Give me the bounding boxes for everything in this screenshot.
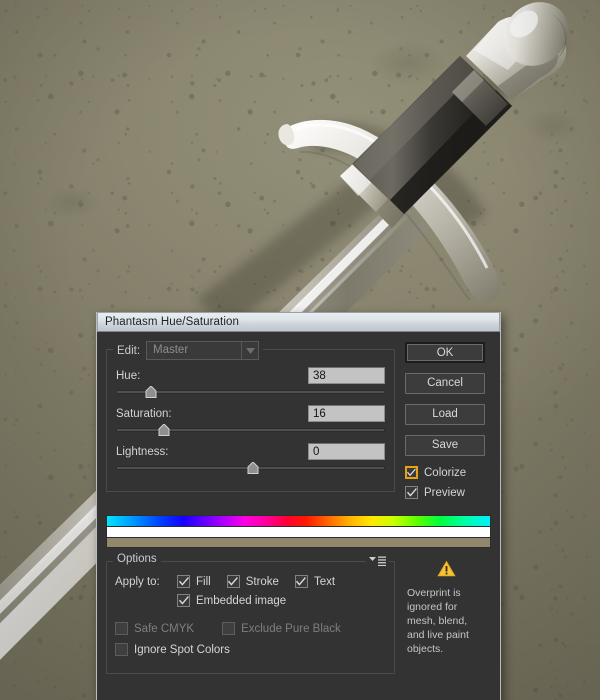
options-legend: Options [113, 553, 161, 565]
dialog-body: Edit: Master Hue: 38 Saturation: 16 Ligh… [97, 332, 500, 700]
warning-column: Overprint is ignored for mesh, blend, an… [395, 548, 487, 674]
preview-checkbox[interactable] [405, 486, 418, 499]
dialog-title: Phantasm Hue/Saturation [105, 316, 239, 328]
ignore-spot-colors-label: Ignore Spot Colors [134, 643, 230, 656]
lightness-input[interactable]: 0 [308, 443, 385, 460]
dialog-bottom-strip [97, 689, 500, 700]
options-group: Options Apply to: Fill Stroke Text Embed… [106, 553, 395, 674]
safe-cmyk-checkbox[interactable] [115, 622, 128, 635]
colorize-checkbox-row[interactable]: Colorize [405, 466, 487, 479]
embedded-image-checkbox-row[interactable]: Embedded image [177, 594, 286, 607]
ok-button[interactable]: OK [405, 342, 485, 363]
preview-label: Preview [424, 486, 465, 499]
screen-canvas: Phantasm Hue/Saturation Edit: Master Hue… [0, 0, 600, 700]
hue-row: Hue: 38 [116, 367, 385, 384]
checkmark-icon [296, 576, 307, 587]
buttons-column: OK Cancel Load Save Colorize Preview [395, 342, 487, 506]
colorize-checkbox[interactable] [405, 466, 418, 479]
saturation-slider-track[interactable] [116, 428, 385, 432]
text-checkbox[interactable] [294, 575, 308, 588]
exclude-pure-black-checkbox-row[interactable]: Exclude Pure Black [222, 622, 341, 635]
overprint-warning: Overprint is ignored for mesh, blend, an… [405, 548, 487, 656]
fill-checkbox[interactable] [177, 575, 190, 588]
edit-select-value: Master [153, 344, 189, 356]
hue-saturation-dialog: Phantasm Hue/Saturation Edit: Master Hue… [96, 312, 501, 700]
spot-colors-line: Ignore Spot Colors [115, 643, 386, 656]
embedded-image-line: Embedded image [115, 594, 386, 614]
edit-label: Edit: [117, 344, 141, 357]
checkmark-icon [406, 487, 417, 498]
panel-menu-icon[interactable] [366, 556, 389, 566]
edit-group: Edit: Master Hue: 38 Saturation: 16 Ligh… [106, 341, 395, 492]
safe-cmyk-checkbox-row[interactable]: Safe CMYK [115, 622, 194, 635]
lightness-slider[interactable] [116, 462, 385, 474]
load-button[interactable]: Load [405, 404, 485, 425]
apply-to-line: Apply to: Fill Stroke Text [115, 575, 386, 588]
chevron-down-icon [241, 342, 258, 359]
hue-input[interactable]: 38 [308, 367, 385, 384]
edit-select[interactable]: Master [146, 341, 260, 360]
saturation-slider[interactable] [116, 424, 385, 436]
fill-checkbox-row[interactable]: Fill [177, 575, 211, 588]
stroke-label: Stroke [245, 575, 279, 588]
overprint-warning-text: Overprint is ignored for mesh, blend, an… [407, 587, 469, 655]
dialog-columns: Edit: Master Hue: 38 Saturation: 16 Ligh… [106, 341, 491, 506]
options-title: Options [117, 553, 157, 565]
stroke-checkbox-row[interactable]: Stroke [226, 575, 279, 588]
ignore-spot-colors-checkbox-row[interactable]: Ignore Spot Colors [115, 643, 230, 656]
hue-slider[interactable] [116, 386, 385, 398]
saturation-label: Saturation: [116, 407, 172, 420]
ignore-spot-colors-checkbox[interactable] [115, 643, 128, 656]
checkmark-icon [178, 595, 189, 606]
embedded-image-label: Embedded image [196, 594, 287, 607]
checkmark-icon [228, 576, 239, 587]
embedded-image-checkbox[interactable] [177, 594, 190, 607]
saturation-input[interactable]: 16 [308, 405, 385, 422]
hue-label: Hue: [116, 369, 141, 382]
warning-triangle-icon [405, 560, 487, 577]
stroke-checkbox[interactable] [226, 575, 240, 588]
lightness-slider-thumb[interactable] [247, 462, 259, 474]
color-spectrum-bar [106, 515, 491, 548]
checkmark-icon [407, 468, 416, 477]
cmyk-options-line: Safe CMYK Exclude Pure Black [115, 622, 386, 635]
options-column: Options Apply to: Fill Stroke Text Embed… [106, 548, 395, 674]
save-button[interactable]: Save [405, 435, 485, 456]
text-label: Text [313, 575, 336, 588]
safe-cmyk-label: Safe CMYK [134, 622, 195, 635]
spectrum-hue-row[interactable] [106, 515, 491, 526]
apply-to-label: Apply to: [115, 575, 160, 588]
preview-checkbox-row[interactable]: Preview [405, 486, 487, 499]
lightness-label: Lightness: [116, 445, 169, 458]
options-row: Options Apply to: Fill Stroke Text Embed… [106, 548, 491, 674]
saturation-slider-thumb[interactable] [158, 424, 170, 436]
dialog-titlebar[interactable]: Phantasm Hue/Saturation [97, 312, 500, 332]
cancel-button[interactable]: Cancel [405, 373, 485, 394]
hue-slider-thumb[interactable] [145, 386, 157, 398]
adjustments-column: Edit: Master Hue: 38 Saturation: 16 Ligh… [106, 341, 395, 506]
colorize-label: Colorize [424, 466, 467, 479]
text-checkbox-row[interactable]: Text [294, 575, 336, 588]
exclude-pure-black-checkbox[interactable] [222, 622, 236, 635]
checkmark-icon [178, 576, 189, 587]
edit-legend: Edit: Master [113, 341, 264, 360]
lightness-row: Lightness: 0 [116, 443, 385, 460]
spectrum-source-row [106, 526, 491, 537]
spectrum-result-row [106, 537, 491, 548]
fill-label: Fill [196, 575, 211, 588]
saturation-row: Saturation: 16 [116, 405, 385, 422]
exclude-pure-black-label: Exclude Pure Black [241, 622, 341, 635]
